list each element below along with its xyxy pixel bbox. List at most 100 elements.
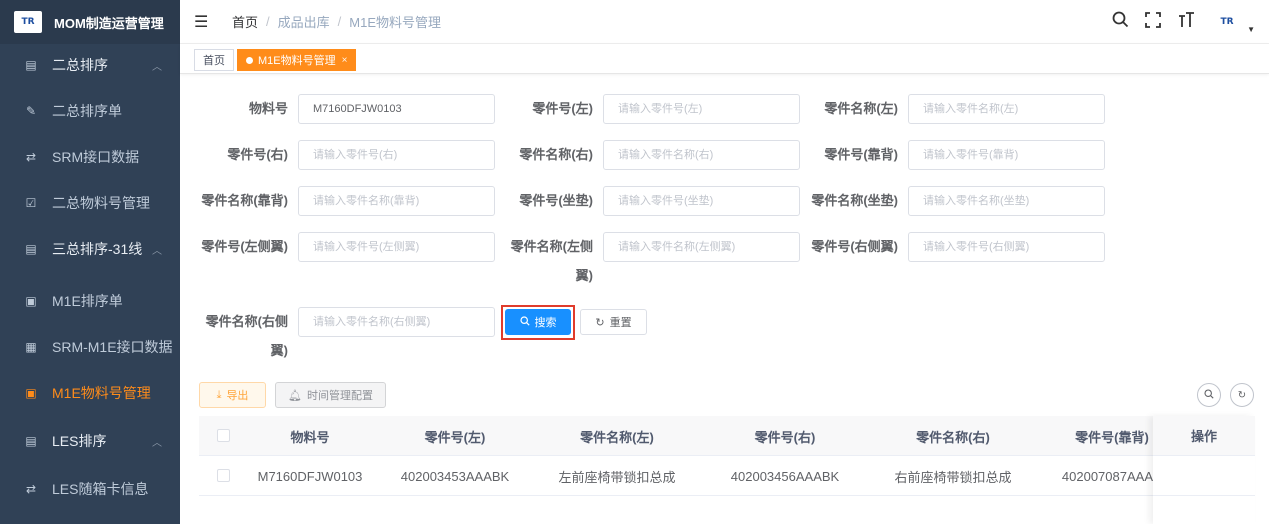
toggle-search-button[interactable] [1197,383,1221,407]
breadcrumb-level1: 成品出库 [277,15,330,30]
part-no-left-wing-input[interactable] [298,232,495,262]
part-name-left-wing-input[interactable] [603,232,800,262]
part-no-left-wing-label: 零件号(左侧翼) [201,239,288,254]
search-icon[interactable] [1112,11,1129,33]
part-name-right-wing-label-wrap: 翼) [270,343,288,358]
breadcrumb-level2: M1E物料号管理 [349,15,442,30]
table-row[interactable]: M7160DFJW0103 402003453AAABK 左前座椅带锁扣总成 4… [199,456,1255,496]
font-size-icon[interactable] [1177,11,1195,33]
part-name-back-label: 零件名称(靠背) [201,193,288,208]
fullscreen-icon[interactable] [1145,11,1161,33]
menu-label: 三总排序-31线 [52,241,143,257]
menu-item-les-sort[interactable]: ▤ LES排序 ︿ [0,418,180,464]
operation-cell [1153,456,1255,496]
row-checkbox[interactable] [217,469,230,482]
menu-item-srm-data[interactable]: ⇄ SRM接口数据 [0,134,180,180]
time-config-button[interactable]: 🔔︎ 时间管理配置 [275,382,386,408]
select-all-checkbox[interactable] [217,429,230,442]
column-header: 物料号 [290,429,330,445]
menu-item-ertotal-material[interactable]: ☑ 二总物料号管理 [0,180,180,226]
chevron-up-icon: ︿ [152,245,162,257]
search-button[interactable]: 搜索 [505,309,571,335]
breadcrumb-home[interactable]: 首页 [232,12,258,31]
chevron-up-icon: ︿ [152,437,162,449]
active-dot-icon [246,56,253,64]
part-name-right-input[interactable] [603,140,800,170]
part-name-right-wing-input[interactable] [298,307,495,337]
caret-down-icon[interactable]: ▼ [1247,25,1255,34]
menu-label: LES排序 [52,433,107,449]
cell-part-no-back: 402007087AAA [1061,468,1153,484]
list-icon: ▤ [25,242,37,256]
list-icon: ▤ [25,58,37,72]
breadcrumb-separator: / [266,14,270,29]
column-header: 零件名称(左) [580,429,654,445]
refresh-button[interactable]: ↻ [1230,383,1254,407]
column-header: 零件号(右) [754,429,816,445]
tag-label: M1E物料号管理 [258,55,336,67]
menu-label: SRM-M1E接口数据 [52,339,173,355]
menu-label: 二总排序 [52,57,108,73]
edit-icon: ✎ [25,104,37,118]
cell-part-no-right: 402003456AAABK [730,468,840,484]
menu-label: M1E物料号管理 [52,385,151,401]
part-name-left-wing-label: 零件名称(左侧 [510,239,593,254]
export-button[interactable]: ⤓ 导出 [199,382,266,408]
refresh-icon: ↻ [595,316,605,329]
part-no-cushion-label: 零件号(坐垫) [519,193,593,208]
menu-item-srm-m1e-data[interactable]: ▦ SRM-M1E接口数据 [0,324,180,370]
sidebar: TR MOM制造运营管理 ▤ 二总排序 ︿ ✎ 二总排序单 ⇄ SRM接口数据 … [0,0,180,524]
breadcrumb-separator: / [337,14,342,29]
part-no-right-input[interactable] [298,140,495,170]
time-config-label: 时间管理配置 [306,390,373,402]
part-no-cushion-input[interactable] [603,186,800,216]
bell-icon: 🔔︎ [288,389,302,402]
part-name-right-wing-label: 零件名称(右侧 [205,314,288,329]
part-name-back-input[interactable] [298,186,495,216]
part-name-left-input[interactable] [908,94,1105,124]
cell-part-name-right: 右前座椅带锁扣总成 [894,469,1012,485]
tag-home[interactable]: 首页 [194,49,234,71]
material-no-input[interactable] [298,94,495,124]
tags-view: 首页 M1E物料号管理 × [180,44,1269,74]
menu-item-m1e-material[interactable]: ▣ M1E物料号管理 [0,370,180,416]
part-no-right-wing-input[interactable] [908,232,1105,262]
menu-label: LES随箱卡信息 [52,481,149,497]
part-no-back-input[interactable] [908,140,1105,170]
hamburger-icon[interactable]: ☰ [194,12,214,32]
tag-label: 首页 [203,55,225,67]
menu-label: SRM接口数据 [52,149,140,165]
share-icon: ⇄ [25,150,37,164]
menu-item-m1e-sort-order[interactable]: ▣ M1E排序单 [0,278,180,324]
download-icon: ⤓ [216,388,222,401]
material-no-label: 物料号 [248,101,288,116]
material-icon: ▣ [25,386,37,400]
part-name-cushion-input[interactable] [908,186,1105,216]
checkbox-icon: ☑ [25,196,37,210]
part-name-left-wing-label-wrap: 翼) [575,268,593,283]
menu-item-ertotal-sort-order[interactable]: ✎ 二总排序单 [0,88,180,134]
cell-part-name-left: 左前座椅带锁扣总成 [558,469,676,485]
header-actions: TR ▼ [1112,0,1255,44]
top-navbar: ☰ 首页 / 成品出库 / M1E物料号管理 TR ▼ [180,0,1269,44]
logo: TR [14,11,42,33]
menu-label: 二总排序单 [52,103,122,119]
close-icon[interactable]: × [342,55,348,66]
refresh-icon: ↻ [1237,389,1247,401]
table-header: 物料号 零件号(左) 零件名称(左) 零件号(右) 零件名称(右) 零件号(靠背… [199,416,1255,456]
avatar[interactable]: TR [1211,12,1243,32]
column-header: 零件名称(右) [916,429,990,445]
search-icon [519,315,530,329]
part-no-left-input[interactable] [603,94,800,124]
menu-item-les-box-card[interactable]: ⇄ LES随箱卡信息 [0,466,180,512]
part-no-back-label: 零件号(靠背) [824,147,898,162]
tag-m1e-material[interactable]: M1E物料号管理 × [237,49,357,71]
cell-part-no-left: 402003453AAABK [400,468,510,484]
menu-item-santotal-sort-31[interactable]: ▤ 三总排序-31线 ︿ [0,226,180,272]
cell-material-no: M7160DFJW0103 [257,468,363,484]
reset-button[interactable]: ↻ 重置 [580,309,647,335]
logo-bar: TR MOM制造运营管理 [0,0,180,44]
menu-item-ertotal-sort[interactable]: ▤ 二总排序 ︿ [0,42,180,88]
part-no-left-label: 零件号(左) [532,101,593,116]
reset-label: 重置 [609,317,632,329]
